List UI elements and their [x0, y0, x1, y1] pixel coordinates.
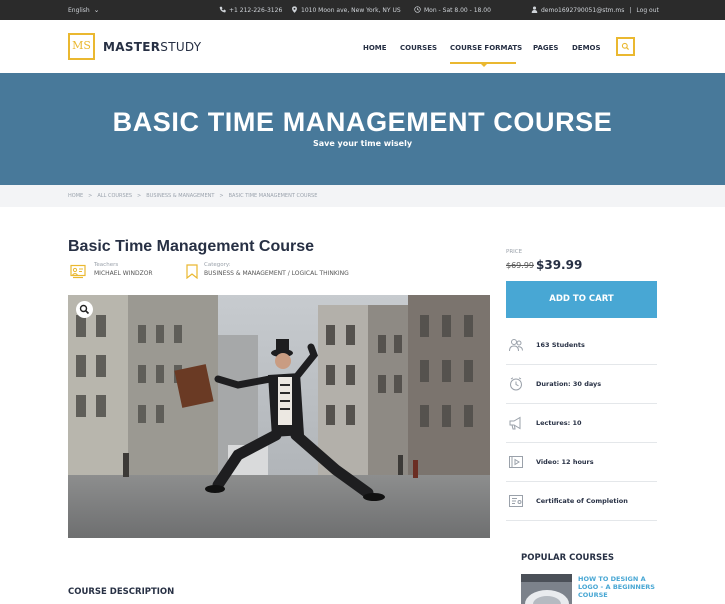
- add-to-cart-button[interactable]: ADD TO CART: [506, 281, 657, 318]
- feature-duration: Duration: 30 days: [506, 365, 657, 404]
- video-icon: [509, 456, 523, 468]
- category-label: Category:: [204, 262, 231, 268]
- category-links[interactable]: BUSINESS & MANAGEMENT / LOGICAL THINKING: [204, 270, 349, 277]
- phone-number: +1 212-226-3126: [229, 7, 283, 14]
- address-text: 1010 Moon ave, New York, NY US: [301, 7, 401, 14]
- zoom-button[interactable]: [76, 301, 93, 318]
- chevron-down-icon: ⌄: [93, 6, 100, 14]
- teacher-name[interactable]: MICHAEL WINDZOR: [94, 270, 153, 277]
- teacher-icon: [70, 264, 86, 279]
- popular-courses-title: POPULAR COURSES: [521, 553, 615, 563]
- magnifier-icon: [79, 304, 90, 315]
- feature-certificate: Certificate of Completion: [506, 482, 657, 521]
- nav-pages[interactable]: PAGES: [533, 44, 558, 52]
- bookmark-icon: [186, 264, 198, 279]
- logout-link[interactable]: Log out: [636, 7, 658, 14]
- course-title: Basic Time Management Course: [68, 238, 315, 255]
- old-price: $69.99: [506, 261, 534, 270]
- sale-price: $39.99: [536, 258, 583, 272]
- nav-course-formats[interactable]: COURSE FORMATS: [450, 44, 522, 52]
- feature-text: Duration: 30 days: [536, 380, 602, 388]
- breadcrumb-separator: >: [88, 193, 93, 199]
- feature-students: 163 Students: [506, 326, 657, 365]
- banner-title: BASIC TIME MANAGEMENT COURSE: [112, 107, 613, 137]
- popular-course-thumbnail[interactable]: [521, 574, 572, 604]
- breadcrumb-category[interactable]: BUSINESS & MANAGEMENT: [146, 193, 214, 199]
- language-selector[interactable]: English ⌄: [68, 6, 100, 14]
- megaphone-icon: [509, 416, 521, 430]
- breadcrumb: HOME > ALL COURSES > BUSINESS & MANAGEMENT > B…: [0, 185, 725, 207]
- language-label: English: [68, 7, 90, 14]
- nav-courses[interactable]: COURSES: [400, 44, 437, 52]
- thumbnail-illustration: [521, 574, 572, 604]
- address-info: 1010 Moon ave, New York, NY US: [291, 6, 401, 14]
- feature-text: Certificate of Completion: [536, 497, 628, 505]
- logo-bold: MASTER: [103, 40, 161, 54]
- street-scene-illustration: [68, 295, 490, 538]
- clock-icon: [414, 6, 421, 13]
- logo-text[interactable]: MASTERSTUDY: [103, 40, 201, 54]
- hours-info: Mon - Sat 8.00 - 18.00: [414, 6, 491, 14]
- phone-icon: [219, 6, 226, 13]
- breadcrumb-all-courses[interactable]: ALL COURSES: [97, 193, 132, 199]
- teacher-label: Teachers: [94, 262, 119, 268]
- popular-course-link[interactable]: HOW TO DESIGN A LOGO - A BEGINNERS COURS…: [578, 575, 658, 599]
- divider: |: [629, 7, 632, 14]
- course-description-title: COURSE DESCRIPTION: [68, 587, 175, 597]
- breadcrumb-separator: >: [137, 193, 142, 199]
- active-nav-indicator: [450, 62, 516, 67]
- user-icon: [531, 6, 538, 13]
- breadcrumb-current: BASIC TIME MANAGEMENT COURSE: [228, 193, 318, 199]
- top-bar: English ⌄ +1 212-226-3126 1010 Moon ave, …: [0, 0, 725, 20]
- hours-text: Mon - Sat 8.00 - 18.00: [424, 7, 491, 14]
- phone-info: +1 212-226-3126: [219, 6, 282, 14]
- map-pin-icon: [292, 6, 297, 13]
- feature-text: 163 Students: [536, 341, 585, 349]
- banner-subtitle: Save your time wisely: [312, 139, 413, 148]
- course-image: [68, 295, 490, 538]
- feature-lectures: Lectures: 10: [506, 404, 657, 443]
- feature-video: Video: 12 hours: [506, 443, 657, 482]
- site-header: MS MASTERSTUDY HOME COURSES COURSE FORMA…: [0, 20, 725, 73]
- students-icon: [509, 339, 523, 352]
- feature-text: Lectures: 10: [536, 419, 582, 427]
- nav-home[interactable]: HOME: [363, 44, 387, 52]
- certificate-icon: [509, 495, 523, 507]
- price-label: PRICE: [506, 249, 523, 255]
- logo-mark[interactable]: MS: [68, 33, 95, 60]
- user-account[interactable]: demo1692790051@stm.ms | Log out: [531, 6, 659, 14]
- page-banner: BASIC TIME MANAGEMENT COURSE Save your t…: [0, 73, 725, 185]
- feature-text: Video: 12 hours: [536, 458, 594, 466]
- nav-demos[interactable]: DEMOS: [572, 44, 601, 52]
- search-button[interactable]: [616, 37, 635, 56]
- logo-light: STUDY: [160, 40, 202, 54]
- search-icon: [621, 42, 630, 51]
- breadcrumb-home[interactable]: HOME: [68, 193, 83, 199]
- user-email: demo1692790051@stm.ms: [541, 7, 625, 14]
- clock-icon: [510, 377, 522, 391]
- breadcrumb-separator: >: [219, 193, 224, 199]
